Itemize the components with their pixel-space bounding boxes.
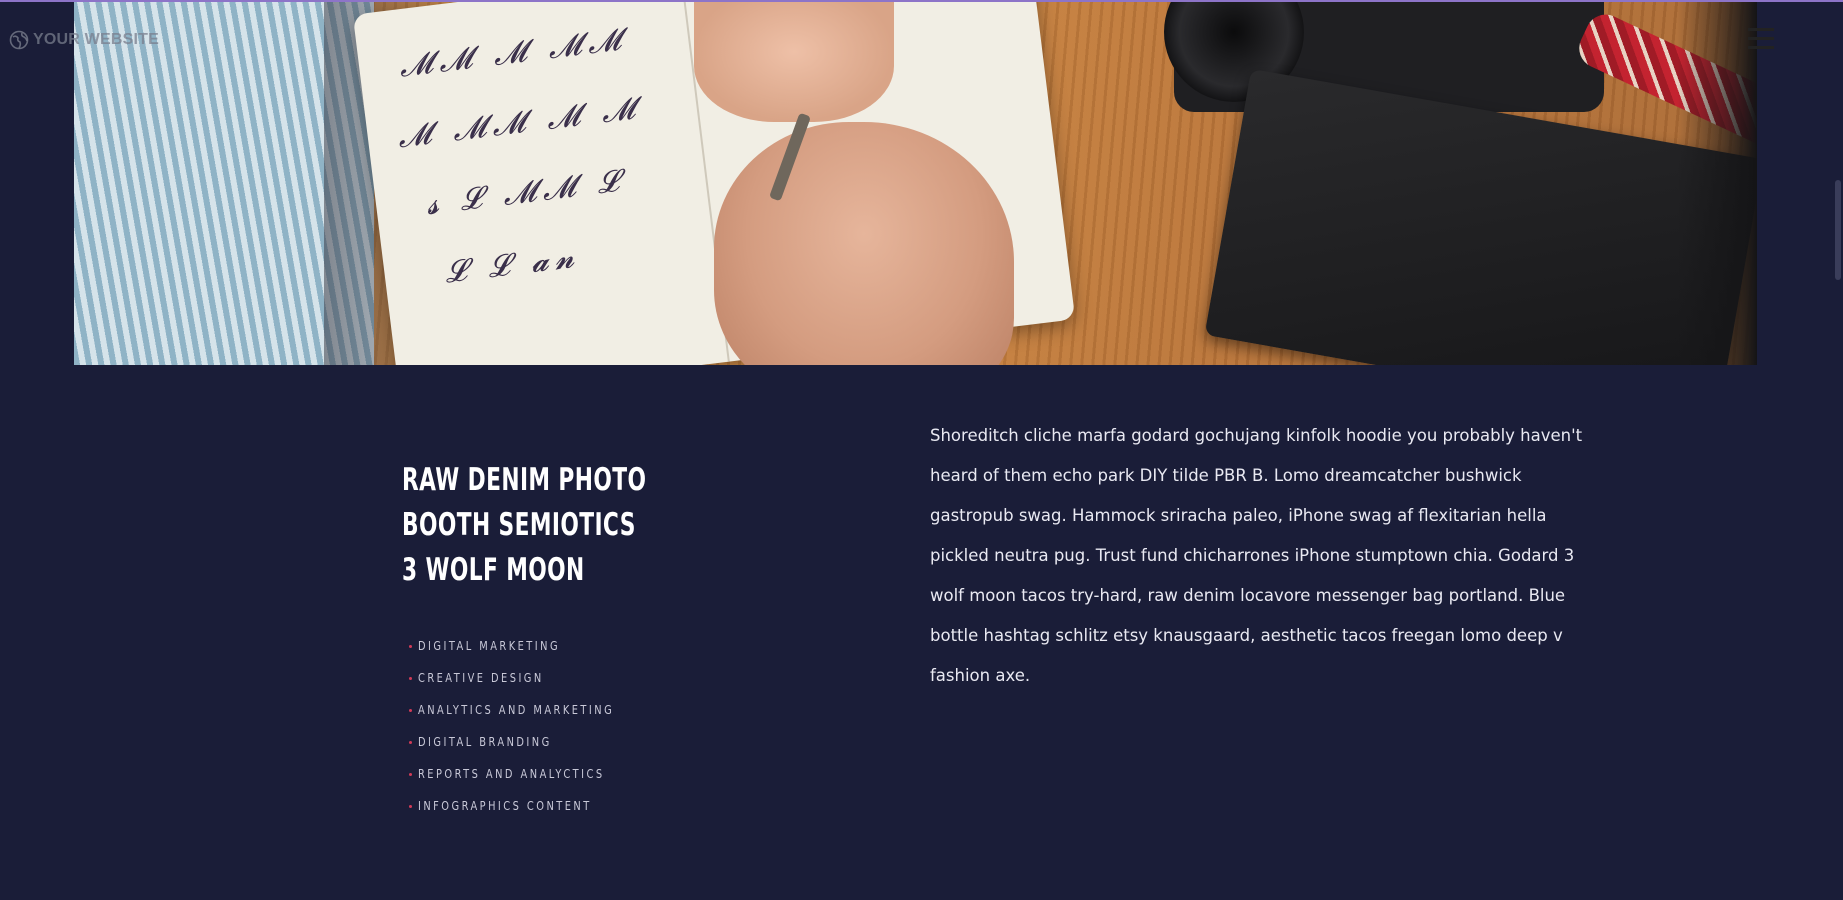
hamburger-menu-icon-line — [1748, 46, 1774, 49]
handwriting: 𝓼 𝓛 𝓜𝓜 𝓛 — [424, 163, 627, 223]
site-logo[interactable]: YOUR WEBSITE — [9, 30, 159, 50]
bullet-icon — [409, 644, 412, 648]
handwriting: 𝓜 𝓜𝓜 𝓜 𝓜 — [395, 90, 644, 156]
hero-image: 𝓜𝓜 𝓜 𝓜𝓜 𝓜 𝓜𝓜 𝓜 𝓜 𝓼 𝓛 𝓜𝓜 𝓛 𝓛 𝓛 𝓪𝓷 𝓜 𝓜𝓜 𝓜𝓜 — [74, 2, 1757, 365]
handwriting: 𝓜𝓜 𝓜 𝓜𝓜 — [397, 21, 629, 85]
bullet-icon — [409, 772, 412, 776]
service-label: INFOGRAPHICS CONTENT — [418, 799, 592, 813]
title-line: 3 WOLF MOON — [402, 552, 585, 588]
title-line: BOOTH SEMIOTICS — [402, 507, 636, 543]
page-scrollbar[interactable] — [1833, 0, 1843, 900]
fingers — [694, 2, 894, 122]
service-item: REPORTS AND ANALYCTICS — [409, 758, 657, 790]
shadow-right — [1677, 2, 1757, 365]
service-item: CREATIVE DESIGN — [409, 662, 657, 694]
globe-icon — [9, 30, 29, 50]
handwriting: 𝓛 𝓛 𝓪𝓷 — [442, 239, 583, 291]
service-item: ANALYTICS AND MARKETING — [409, 694, 657, 726]
service-label: DIGITAL BRANDING — [418, 735, 552, 749]
top-accent-bar — [0, 0, 1843, 2]
service-label: REPORTS AND ANALYCTICS — [418, 767, 605, 781]
hamburger-menu-icon-line — [1748, 37, 1774, 40]
service-item: DIGITAL BRANDING — [409, 726, 657, 758]
scrollbar-thumb[interactable] — [1835, 180, 1841, 280]
service-label: CREATIVE DESIGN — [418, 671, 544, 685]
bullet-icon — [409, 676, 412, 680]
hamburger-menu-button[interactable] — [1748, 24, 1774, 54]
bullet-icon — [409, 708, 412, 712]
service-label: DIGITAL MARKETING — [418, 639, 561, 653]
bullet-icon — [409, 804, 412, 808]
service-label: ANALYTICS AND MARKETING — [418, 703, 615, 717]
logo-text: YOUR WEBSITE — [33, 31, 159, 48]
page: 𝓜𝓜 𝓜 𝓜𝓜 𝓜 𝓜𝓜 𝓜 𝓜 𝓼 𝓛 𝓜𝓜 𝓛 𝓛 𝓛 𝓪𝓷 𝓜 𝓜𝓜 𝓜𝓜… — [0, 0, 1843, 900]
services-list: DIGITAL MARKETING CREATIVE DESIGN ANALYT… — [409, 630, 657, 822]
hamburger-menu-icon-line — [1748, 28, 1774, 31]
service-item: DIGITAL MARKETING — [409, 630, 657, 662]
service-item: INFOGRAPHICS CONTENT — [409, 790, 657, 822]
title-line: RAW DENIM PHOTO — [402, 462, 647, 498]
section-title: RAW DENIM PHOTO BOOTH SEMIOTICS 3 WOLF M… — [402, 458, 667, 593]
bullet-icon — [409, 740, 412, 744]
description-paragraph: Shoreditch cliche marfa godard gochujang… — [930, 426, 1583, 685]
